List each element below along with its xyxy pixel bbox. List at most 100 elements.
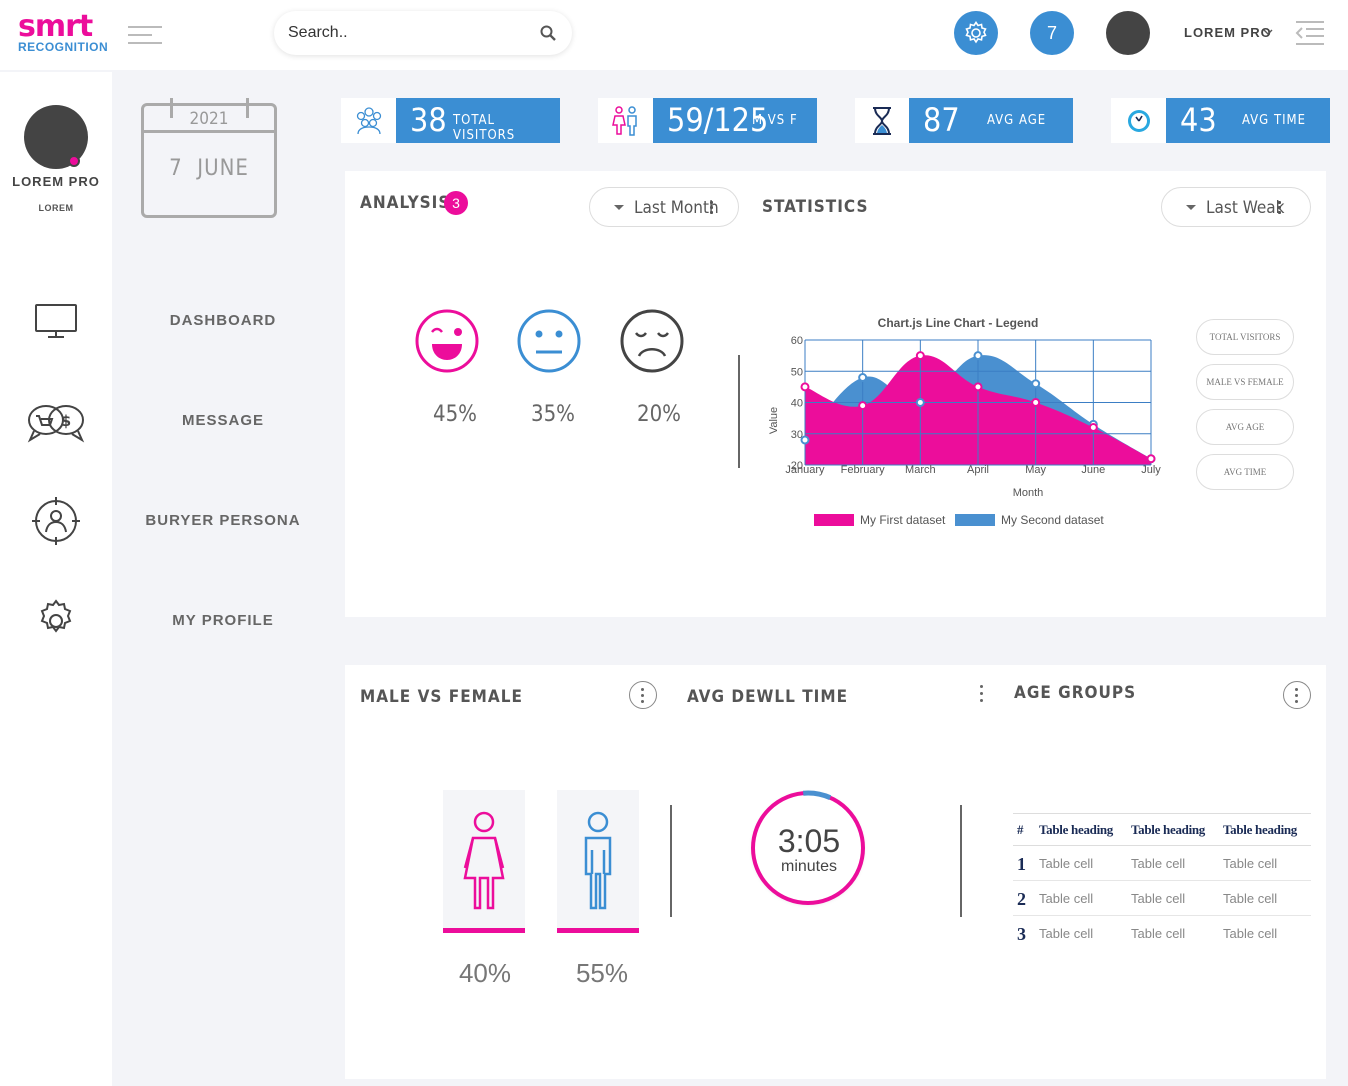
data-point bbox=[915, 351, 925, 361]
avatar[interactable] bbox=[1106, 11, 1150, 55]
notification-button[interactable]: 7 bbox=[1030, 11, 1074, 55]
table-header: Table heading bbox=[1035, 813, 1127, 846]
dwell-menu-button[interactable] bbox=[979, 685, 985, 705]
statistics-title: STATISTICS bbox=[762, 197, 869, 217]
legend-swatch bbox=[814, 514, 854, 526]
people-icon bbox=[356, 107, 382, 135]
nav-buyer-persona[interactable]: BURYER PERSONA bbox=[140, 512, 306, 529]
stat-label: AVG AGE bbox=[987, 113, 1047, 128]
hamburger-menu-icon[interactable] bbox=[128, 26, 162, 48]
analysis-badge: 3 bbox=[444, 191, 468, 215]
x-tick-label: May bbox=[1025, 464, 1046, 476]
stat-avg-age: 87 AVG AGE bbox=[909, 98, 1073, 143]
legend-swatch bbox=[955, 514, 995, 526]
calendar-widget: 2021 7 JUNE bbox=[141, 98, 277, 218]
stat-icon-container bbox=[341, 98, 397, 143]
table-cell: Table cell bbox=[1039, 926, 1094, 941]
male-percent: 55% bbox=[575, 958, 629, 988]
male-female-menu-button[interactable] bbox=[629, 681, 657, 709]
gear-icon[interactable] bbox=[26, 596, 86, 646]
legend-label: My First dataset bbox=[860, 513, 946, 527]
analysis-period-dropdown[interactable]: Last Month bbox=[589, 187, 739, 227]
logo-wordmark: smrt bbox=[18, 9, 93, 44]
legend-avg-age-button[interactable]: AVG AGE bbox=[1196, 409, 1294, 445]
stat-value: 43 bbox=[1180, 101, 1217, 139]
gear-icon bbox=[965, 21, 987, 44]
more-options-icon bbox=[710, 201, 713, 215]
data-point bbox=[973, 382, 983, 392]
y-tick-label: 40 bbox=[791, 398, 803, 410]
sidebar-user-name: LOREM PRO bbox=[12, 174, 100, 189]
data-point bbox=[973, 351, 983, 361]
x-tick-label: June bbox=[1081, 464, 1105, 476]
table-header: Table heading bbox=[1127, 813, 1219, 846]
search-icon[interactable] bbox=[540, 25, 556, 41]
section-divider bbox=[670, 805, 672, 917]
settings-button[interactable] bbox=[954, 11, 998, 55]
stat-value: 87 bbox=[923, 101, 960, 139]
female-card bbox=[443, 790, 525, 933]
sidebar-user-role: LOREM bbox=[38, 203, 74, 213]
logo-subtitle: RECOGNITION bbox=[18, 40, 109, 54]
x-tick-label: July bbox=[1141, 464, 1161, 476]
nav-dashboard[interactable]: DASHBOARD bbox=[140, 312, 306, 329]
gender-icon bbox=[612, 106, 637, 136]
stat-icon-container bbox=[855, 98, 911, 143]
search-bar bbox=[274, 11, 572, 55]
y-tick-label: 60 bbox=[791, 335, 803, 347]
data-point bbox=[1031, 398, 1041, 407]
female-percent: 40% bbox=[458, 958, 512, 988]
table-header-row: # Table heading Table heading Table head… bbox=[1013, 813, 1311, 846]
data-point bbox=[858, 401, 868, 411]
data-point bbox=[1146, 454, 1156, 464]
x-axis-label: Month bbox=[1013, 487, 1044, 499]
stat-total-visitors: 38 TOTAL VISITORS bbox=[396, 98, 560, 143]
search-input[interactable] bbox=[288, 21, 528, 45]
age-groups-menu-button[interactable] bbox=[1283, 681, 1311, 709]
statistics-chart: Chart.js Line Chart - Legend2030405060Ja… bbox=[768, 316, 1161, 527]
chevron-down-icon[interactable] bbox=[1263, 28, 1273, 36]
x-tick-label: January bbox=[785, 464, 825, 476]
data-point bbox=[915, 398, 925, 407]
dropdown-value: Last Weak bbox=[1206, 198, 1285, 218]
chat-shop-icon[interactable]: $ bbox=[26, 396, 86, 446]
more-options-icon bbox=[1278, 201, 1281, 215]
dwell-time-unit: minutes bbox=[780, 858, 838, 875]
table-header: # bbox=[1013, 813, 1035, 846]
calendar-year: 2021 bbox=[189, 109, 229, 129]
legend-male-vs-female-button[interactable]: MALE VS FEMALE bbox=[1196, 364, 1294, 400]
avg-dwell-time-title: AVG DEWLL TIME bbox=[687, 687, 849, 707]
data-point bbox=[1088, 423, 1098, 432]
target-person-icon[interactable] bbox=[26, 496, 86, 546]
calendar-divider bbox=[144, 130, 274, 133]
nav-message[interactable]: MESSAGE bbox=[140, 412, 306, 429]
x-tick-label: February bbox=[841, 464, 886, 476]
online-status-dot bbox=[68, 155, 80, 167]
table-cell: Table cell bbox=[1035, 845, 1127, 881]
neutral-percent: 35% bbox=[531, 402, 575, 427]
nav-my-profile[interactable]: MY PROFILE bbox=[140, 612, 306, 629]
legend-avg-time-button[interactable]: AVG TIME bbox=[1196, 454, 1294, 490]
section-divider bbox=[960, 805, 962, 917]
monitor-icon[interactable] bbox=[26, 296, 86, 346]
stat-icon-container bbox=[1111, 98, 1167, 143]
stat-label: AVG TIME bbox=[1242, 113, 1307, 128]
stat-value: 38 bbox=[410, 101, 447, 139]
user-menu-name[interactable]: LOREM PRO bbox=[1184, 25, 1272, 40]
table-row: 3 Table cell Table cell Table cell bbox=[1013, 916, 1311, 951]
statistics-period-dropdown[interactable]: Last Weak bbox=[1161, 187, 1311, 227]
happy-face-icon bbox=[415, 309, 479, 373]
row-number: 2 bbox=[1013, 880, 1035, 916]
stat-avg-time: 43 AVG TIME bbox=[1166, 98, 1330, 143]
section-divider bbox=[738, 355, 740, 468]
stat-label: M VS F bbox=[752, 113, 798, 128]
clock-icon bbox=[1128, 110, 1150, 132]
legend-total-visitors-button[interactable]: TOTAL VISITORS bbox=[1196, 319, 1294, 355]
table-header: Table heading bbox=[1219, 813, 1311, 846]
collapse-menu-icon[interactable] bbox=[1294, 20, 1326, 46]
male-card bbox=[557, 790, 639, 933]
table-cell: Table cell bbox=[1127, 845, 1219, 881]
data-point bbox=[800, 382, 810, 392]
table-cell: Table cell bbox=[1219, 880, 1311, 916]
row-number: 3 bbox=[1017, 924, 1026, 944]
